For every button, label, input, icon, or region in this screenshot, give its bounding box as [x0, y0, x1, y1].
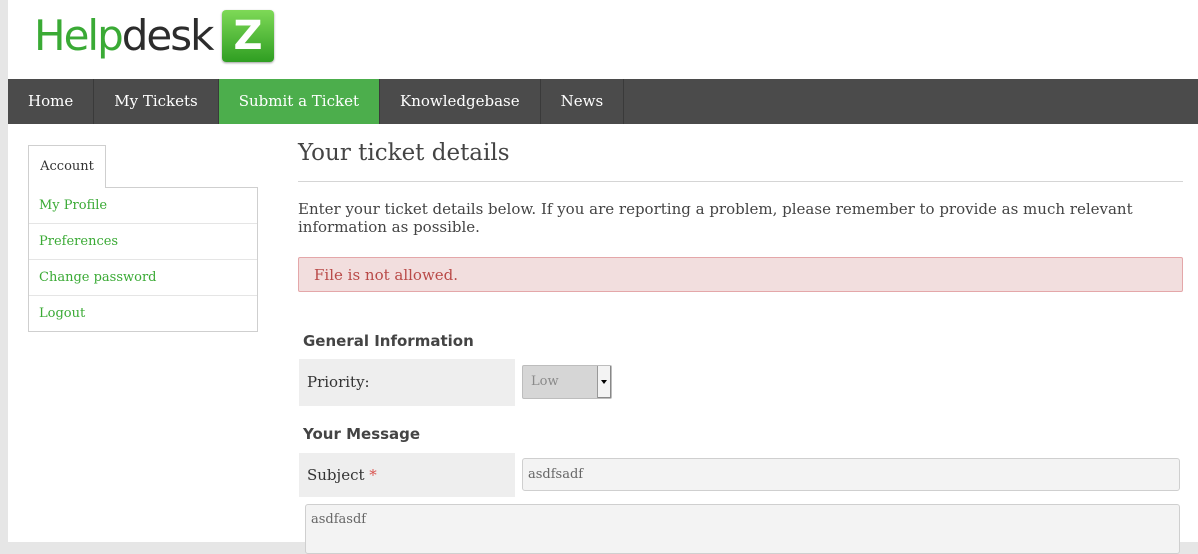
subject-label: Subject *	[299, 453, 515, 497]
subject-input[interactable]: asdfsadf	[522, 458, 1180, 491]
subject-label-text: Subject	[307, 466, 365, 484]
your-message-heading: Your Message	[303, 425, 421, 443]
logo-text: Helpdesk	[34, 11, 215, 60]
page: Helpdesk Z Home My Tickets Submit a Tick…	[8, 0, 1198, 554]
nav-submit-ticket[interactable]: Submit a Ticket	[218, 79, 380, 124]
nav-news[interactable]: News	[541, 79, 625, 124]
nav-home[interactable]: Home	[8, 79, 95, 124]
main-navigation: Home My Tickets Submit a Ticket Knowledg…	[8, 79, 1198, 124]
error-alert: File is not allowed.	[298, 257, 1183, 292]
priority-select-value: Low	[531, 374, 559, 389]
sidebar-item-preferences[interactable]: Preferences	[29, 223, 257, 259]
nav-knowledgebase[interactable]: Knowledgebase	[380, 79, 541, 124]
required-asterisk: *	[369, 466, 377, 484]
helpdeskz-logo[interactable]: Helpdesk Z	[34, 8, 284, 64]
chevron-down-icon[interactable]	[597, 366, 611, 398]
general-information-heading: General Information	[303, 332, 474, 350]
tab-account[interactable]: Account	[28, 145, 106, 188]
logo-help: Help	[34, 11, 124, 60]
message-textarea[interactable]: asdfasdf	[305, 504, 1180, 554]
sidebar-item-change-password[interactable]: Change password	[29, 259, 257, 295]
sidebar-item-my-profile[interactable]: My Profile	[29, 188, 257, 223]
priority-select[interactable]: Low	[522, 365, 612, 399]
nav-my-tickets[interactable]: My Tickets	[94, 79, 219, 124]
page-title: Your ticket details	[298, 140, 510, 166]
account-menu: My Profile Preferences Change password L…	[28, 187, 258, 332]
intro-text: Enter your ticket details below. If you …	[298, 200, 1133, 236]
sidebar-item-logout[interactable]: Logout	[29, 295, 257, 331]
logo-desk: desk	[121, 11, 215, 60]
logo-z-badge: Z	[222, 10, 274, 62]
priority-label: Priority:	[299, 359, 515, 406]
title-divider	[298, 181, 1183, 182]
